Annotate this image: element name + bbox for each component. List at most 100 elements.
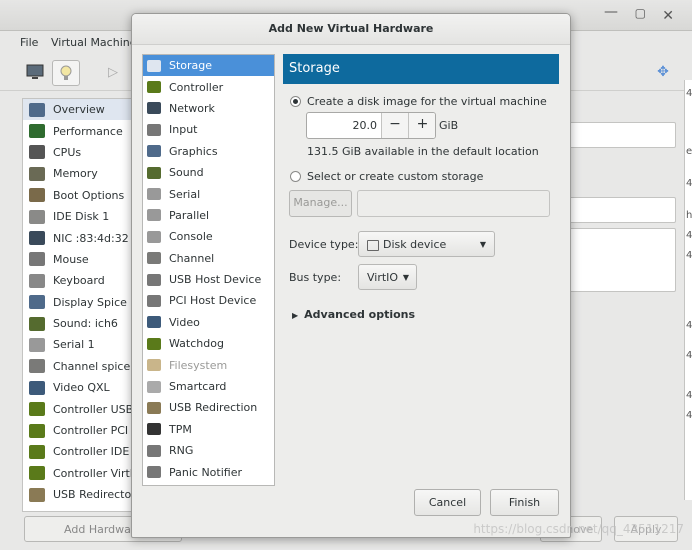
hardware-list-label: Controller PCI xyxy=(53,424,129,438)
device-list-label: Input xyxy=(169,123,198,137)
device-list-label: USB Redirection xyxy=(169,401,258,415)
input-mouse-icon xyxy=(147,123,161,136)
bus-type-label: Bus type: xyxy=(289,271,342,284)
device-list-item[interactable]: PCI Host Device xyxy=(143,290,274,311)
device-list-item[interactable]: Storage xyxy=(143,55,274,77)
device-list-item[interactable]: USB Redirection xyxy=(143,397,274,418)
hardware-list-item[interactable]: NIC :83:4d:32 xyxy=(23,227,133,248)
controller-icon xyxy=(29,423,45,438)
finish-button[interactable]: Finish xyxy=(490,489,559,516)
device-list-label: Sound xyxy=(169,166,204,180)
hardware-list-item[interactable]: Memory xyxy=(23,163,133,184)
custom-storage-radio[interactable] xyxy=(290,171,301,182)
hardware-list-item[interactable]: IDE Disk 1 xyxy=(23,206,133,227)
device-list-item[interactable]: Console xyxy=(143,226,274,247)
controller-icon xyxy=(29,402,45,417)
rng-icon xyxy=(147,444,161,457)
menu-file[interactable]: File xyxy=(20,36,38,49)
device-list-item[interactable]: Parallel xyxy=(143,205,274,226)
hardware-list-item[interactable]: Serial 1 xyxy=(23,334,133,355)
hardware-list-item[interactable]: Display Spice xyxy=(23,292,133,313)
hardware-list-label: Sound: ich6 xyxy=(53,317,118,331)
hardware-list-item[interactable]: Boot Options xyxy=(23,185,133,206)
device-list-item[interactable]: Panic Notifier xyxy=(143,461,274,482)
device-list-item[interactable]: Sound xyxy=(143,162,274,183)
bg-field-description[interactable] xyxy=(560,228,676,292)
bg-field-title[interactable] xyxy=(560,197,676,223)
hardware-list-item[interactable]: Video QXL xyxy=(23,377,133,398)
device-list-item[interactable]: Smartcard xyxy=(143,376,274,397)
device-list-item[interactable]: USB Host Device xyxy=(143,269,274,290)
sound-icon xyxy=(29,316,45,331)
hardware-list-item[interactable]: Performance xyxy=(23,120,133,141)
menu-virtual-machine[interactable]: Virtual Machine xyxy=(51,36,137,49)
play-icon[interactable]: ▷ xyxy=(100,60,126,84)
bg-field-name[interactable] xyxy=(560,122,676,148)
device-list-item[interactable]: RNG xyxy=(143,440,274,461)
hardware-list-label: Keyboard xyxy=(53,274,105,288)
hardware-list-item[interactable]: USB Redirector xyxy=(23,484,133,505)
device-list-label: Watchdog xyxy=(169,337,224,351)
disk-device-icon xyxy=(367,240,379,251)
hardware-list-label: Serial 1 xyxy=(53,338,95,352)
maximize-icon[interactable]: ▢ xyxy=(635,6,646,20)
hardware-list-item[interactable]: Controller IDE xyxy=(23,441,133,462)
size-unit: GiB xyxy=(439,119,459,132)
device-list-label: Network xyxy=(169,101,215,115)
decrement-button[interactable]: − xyxy=(381,113,408,138)
device-list-item[interactable]: Input xyxy=(143,119,274,140)
device-list-label: Parallel xyxy=(169,208,210,222)
increment-button[interactable]: + xyxy=(408,113,435,138)
device-list-item[interactable]: Channel xyxy=(143,248,274,269)
advanced-options-expander[interactable]: ▶ Advanced options xyxy=(292,308,415,321)
panic-notifier-icon xyxy=(147,466,161,479)
hardware-list-item[interactable]: Overview xyxy=(23,99,133,121)
minimize-icon[interactable]: — xyxy=(604,4,618,20)
channel-icon xyxy=(147,252,161,265)
device-list-item[interactable]: Video xyxy=(143,312,274,333)
fullscreen-icon[interactable]: ✥ xyxy=(650,60,676,84)
nic-icon xyxy=(29,231,45,246)
manage-button[interactable]: Manage... xyxy=(289,190,352,217)
device-list-label: Panic Notifier xyxy=(169,465,242,479)
hardware-list-label: Controller IDE xyxy=(53,445,130,459)
hardware-list-label: Boot Options xyxy=(53,188,125,202)
create-disk-radio[interactable] xyxy=(290,96,301,107)
hardware-list-label: Performance xyxy=(53,124,123,138)
hardware-list-item[interactable]: Keyboard xyxy=(23,270,133,291)
device-type-list: Storage Controller Network Input Graphics Sou… xyxy=(142,54,275,486)
disk-size-value[interactable]: 20.0 xyxy=(307,113,378,138)
custom-storage-label: Select or create custom storage xyxy=(307,170,484,183)
hardware-list-item[interactable]: Controller VirtIO xyxy=(23,463,133,484)
details-lightbulb-icon[interactable] xyxy=(52,60,80,86)
console-monitor-icon[interactable] xyxy=(22,60,48,84)
hardware-list-item[interactable]: Mouse xyxy=(23,249,133,270)
hardware-list-item[interactable]: Sound: ich6 xyxy=(23,313,133,334)
device-list-item[interactable]: Network xyxy=(143,98,274,119)
network-icon xyxy=(147,102,161,115)
video-icon xyxy=(147,316,161,329)
hardware-list-label: Overview xyxy=(53,103,105,117)
hardware-list-item[interactable]: Channel spice xyxy=(23,356,133,377)
device-list-item[interactable]: Controller xyxy=(143,76,274,97)
bus-type-dropdown[interactable]: VirtIO ▼ xyxy=(358,264,417,290)
device-list-item[interactable]: Graphics xyxy=(143,141,274,162)
cancel-button[interactable]: Cancel xyxy=(414,489,481,516)
hardware-list-item[interactable]: Controller USB xyxy=(23,398,133,419)
device-type-dropdown[interactable]: Disk device ▼ xyxy=(358,231,495,257)
device-list-label: Filesystem xyxy=(169,358,228,372)
device-list-label: TPM xyxy=(169,422,192,436)
device-type-label: Device type: xyxy=(289,238,359,251)
device-list-item[interactable]: Serial xyxy=(143,183,274,204)
expander-triangle-icon: ▶ xyxy=(292,311,299,320)
hardware-list-item[interactable]: CPUs xyxy=(23,142,133,163)
storage-path-input[interactable] xyxy=(357,190,550,217)
device-list-label: Video xyxy=(169,315,200,329)
hardware-list-item[interactable]: Controller PCI xyxy=(23,420,133,441)
bus-type-value: VirtIO xyxy=(367,271,399,284)
disk-size-spinner[interactable]: 20.0 − + xyxy=(306,112,436,139)
watchdog-icon xyxy=(147,337,161,350)
device-list-item[interactable]: TPM xyxy=(143,419,274,440)
close-icon[interactable]: ✕ xyxy=(662,8,674,24)
device-list-item[interactable]: Watchdog xyxy=(143,333,274,354)
